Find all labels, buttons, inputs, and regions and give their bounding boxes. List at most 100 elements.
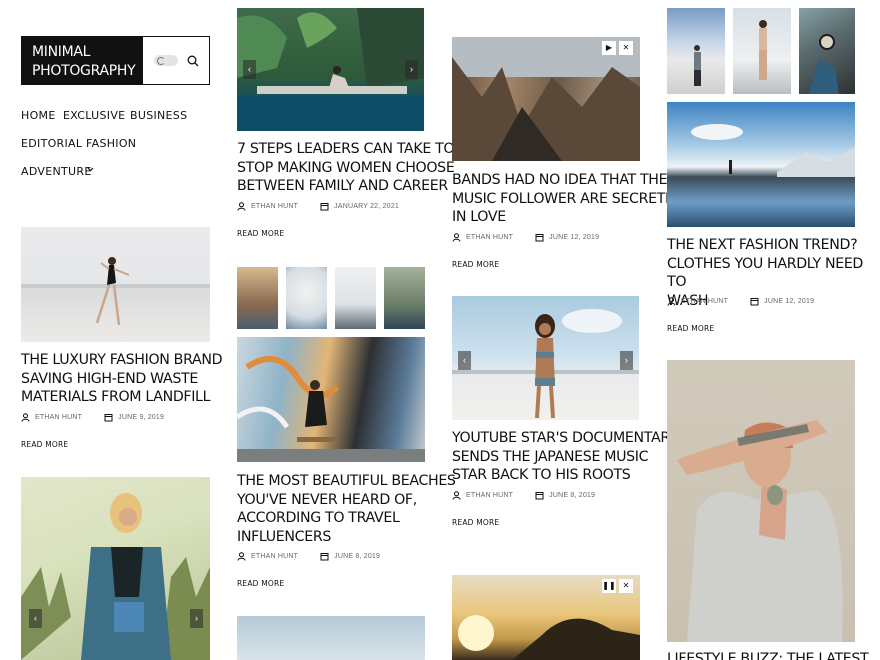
tattooed-woman (677, 420, 843, 642)
read-more-link[interactable]: READ MORE (237, 229, 284, 238)
post-image-next[interactable] (237, 616, 425, 660)
post-author[interactable]: ETHAN HUNT (251, 203, 298, 210)
post-date[interactable]: JUNE 8, 2019 (334, 553, 380, 560)
chevron-left-icon: ‹ (34, 613, 37, 623)
user-icon (667, 297, 676, 306)
post-date[interactable]: JUNE 12, 2019 (549, 234, 599, 241)
user-icon (237, 552, 246, 561)
post-title-bands[interactable]: BANDS HAD NO IDEA THAT THEIR MUSIC FOLLO… (452, 171, 681, 227)
lake-scene (691, 124, 855, 177)
header-tools (143, 37, 209, 84)
post-title-lifestyle[interactable]: LIFESTYLE BUZZ: THE LATEST IN (667, 650, 880, 660)
post-meta-youtube: ETHAN HUNT JUNE 8, 2019 (452, 491, 595, 500)
pause-icon: ❚❚ (602, 581, 616, 590)
chevron-right-icon: › (195, 613, 198, 623)
post-title-youtube[interactable]: YOUTUBE STAR'S DOCUMENTARY SENDS THE JAP… (452, 429, 678, 485)
site-title[interactable]: MINIMAL PHOTOGRAPHY (22, 37, 143, 84)
user-icon (452, 491, 461, 500)
calendar-icon (320, 203, 329, 211)
post-image-trend[interactable] (667, 102, 855, 227)
graffiti-wall (237, 356, 425, 462)
slider-next-button[interactable]: › (190, 609, 203, 628)
post-title-leaders[interactable]: 7 STEPS LEADERS CAN TAKE TO STOP MAKING … (237, 140, 455, 196)
post-author[interactable]: ETHAN HUNT (35, 414, 82, 421)
slider-image-beach[interactable]: ‹ › (452, 296, 639, 420)
read-more-link[interactable]: READ MORE (237, 579, 284, 588)
nav-exclusive[interactable]: EXCLUSIVE (63, 109, 125, 122)
site-branding[interactable]: MINIMAL PHOTOGRAPHY (21, 36, 210, 85)
gallery-thumb[interactable] (384, 267, 425, 329)
calendar-icon (320, 553, 329, 561)
post-author[interactable]: ETHAN HUNT (251, 553, 298, 560)
mute-icon: ✕ (622, 43, 630, 52)
woman-beach (452, 309, 639, 419)
post-meta-leaders: ETHAN HUNT JANUARY 22, 2021 (237, 202, 399, 211)
chevron-right-icon: › (625, 355, 628, 365)
post-author[interactable]: ETHAN HUNT (466, 492, 513, 499)
post-title-beaches[interactable]: THE MOST BEAUTIFUL BEACHES YOU'VE NEVER … (237, 472, 456, 546)
calendar-icon (535, 234, 544, 242)
slider-image-pool[interactable]: ‹ › (237, 8, 424, 131)
post-author[interactable]: ETHAN HUNT (681, 298, 728, 305)
chevron-down-icon[interactable] (87, 167, 94, 172)
user-icon (21, 413, 30, 422)
gallery-thumb[interactable] (667, 8, 725, 94)
chevron-right-icon: › (410, 64, 413, 74)
play-icon: ▶ (605, 43, 613, 52)
post-author[interactable]: ETHAN HUNT (466, 234, 513, 241)
hand-lens (809, 34, 839, 94)
woman-figure (21, 493, 210, 660)
gallery-thumb[interactable] (335, 267, 376, 329)
slider-prev-button[interactable]: ‹ (29, 609, 42, 628)
chevron-left-icon: ‹ (463, 355, 466, 365)
man-figure (694, 45, 701, 86)
calendar-icon (104, 414, 113, 422)
post-date[interactable]: JUNE 9, 2019 (118, 414, 164, 421)
nav-editorial[interactable]: EDITORIAL (21, 137, 82, 150)
post-meta-trend: ETHAN HUNT JUNE 12, 2019 (667, 297, 814, 306)
nav-fashion[interactable]: FASHION (86, 137, 136, 150)
nav-home[interactable]: HOME (21, 109, 56, 122)
slider-prev-button[interactable]: ‹ (458, 351, 471, 370)
slider-next-button[interactable]: › (405, 60, 418, 79)
video-pause-button[interactable]: ❚❚ (602, 579, 616, 593)
post-meta-beaches: ETHAN HUNT JUNE 8, 2019 (237, 552, 380, 561)
read-more-link[interactable]: READ MORE (667, 324, 714, 333)
video-play-button[interactable]: ▶ (602, 41, 616, 55)
post-image-lifestyle[interactable] (667, 360, 855, 642)
post-title-luxury[interactable]: THE LUXURY FASHION BRAND SAVING HIGH-END… (21, 351, 223, 407)
post-date[interactable]: JANUARY 22, 2021 (334, 203, 399, 210)
gallery-thumb[interactable] (799, 8, 855, 94)
nav-adventure[interactable]: ADVENTURE (21, 165, 92, 178)
read-more-link[interactable]: READ MORE (452, 260, 499, 269)
woman-figure (759, 20, 767, 80)
post-meta-luxury: ETHAN HUNT JUNE 9, 2019 (21, 413, 164, 422)
read-more-link[interactable]: READ MORE (21, 440, 68, 449)
slider-image-fashion[interactable]: ‹ › (21, 477, 210, 660)
post-meta-bands: ETHAN HUNT JUNE 12, 2019 (452, 233, 599, 242)
calendar-icon (535, 492, 544, 500)
slider-next-button[interactable]: › (620, 351, 633, 370)
search-icon[interactable] (187, 55, 199, 67)
video-image-sunset[interactable]: ❚❚ ✕ (452, 575, 640, 660)
post-date[interactable]: JUNE 12, 2019 (764, 298, 814, 305)
post-image-luxury[interactable] (21, 227, 210, 342)
slider-prev-button[interactable]: ‹ (243, 60, 256, 79)
user-icon (237, 202, 246, 211)
pool-scene (237, 8, 424, 131)
video-image-canyon[interactable]: ▶ ✕ (452, 37, 640, 161)
gallery-thumb[interactable] (733, 8, 791, 94)
video-mute-button[interactable]: ✕ (619, 579, 633, 593)
read-more-link[interactable]: READ MORE (452, 518, 499, 527)
dark-mode-toggle[interactable] (153, 55, 178, 66)
post-date[interactable]: JUNE 8, 2019 (549, 492, 595, 499)
gallery-thumb[interactable] (286, 267, 327, 329)
video-mute-button[interactable]: ✕ (619, 41, 633, 55)
nav-business[interactable]: BUSINESS (130, 109, 187, 122)
calendar-icon (750, 298, 759, 306)
user-icon (452, 233, 461, 242)
mute-icon: ✕ (622, 581, 630, 590)
gallery-thumb[interactable] (237, 267, 278, 329)
dancer-figure (21, 257, 210, 326)
post-image-beaches[interactable] (237, 337, 425, 462)
